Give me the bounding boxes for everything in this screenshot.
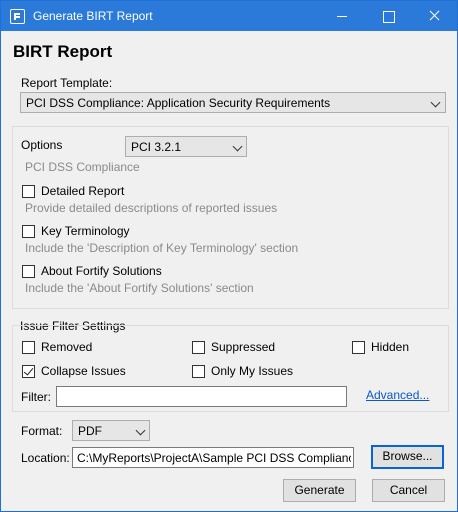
chevron-down-icon (232, 141, 243, 152)
key-terminology-label[interactable]: Key Terminology (41, 224, 130, 238)
window-title: Generate BIRT Report (33, 9, 153, 23)
about-fortify-description: Include the 'About Fortify Solutions' se… (25, 281, 254, 295)
close-button[interactable] (411, 1, 457, 31)
options-label: Options (21, 138, 63, 152)
report-template-value: PCI DSS Compliance: Application Security… (26, 96, 331, 110)
only-my-issues-label[interactable]: Only My Issues (211, 364, 293, 378)
advanced-link[interactable]: Advanced... (366, 388, 429, 402)
suppressed-checkbox[interactable] (192, 341, 205, 354)
filter-label: Filter: (21, 390, 51, 404)
location-input[interactable]: C:\MyReports\ProjectA\Sample PCI DSS Com… (72, 447, 354, 468)
browse-button[interactable]: Browse... (371, 445, 444, 469)
pci-version-value: PCI 3.2.1 (131, 140, 182, 154)
format-select[interactable]: PDF (72, 420, 150, 441)
report-template-label: Report Template: (21, 76, 113, 90)
generate-button[interactable]: Generate (283, 479, 356, 502)
app-icon (10, 9, 25, 24)
removed-label[interactable]: Removed (41, 340, 92, 354)
location-input-value: C:\MyReports\ProjectA\Sample PCI DSS Com… (77, 451, 351, 465)
hidden-checkbox[interactable] (352, 341, 365, 354)
format-label: Format: (21, 424, 63, 438)
maximize-button[interactable] (365, 1, 411, 31)
pci-version-select[interactable]: PCI 3.2.1 (125, 136, 247, 157)
about-fortify-checkbox[interactable] (22, 265, 35, 278)
page-title: BIRT Report (13, 42, 113, 61)
detailed-report-checkbox[interactable] (22, 185, 35, 198)
minimize-button[interactable] (319, 1, 365, 31)
chevron-down-icon (430, 97, 441, 108)
collapse-issues-label[interactable]: Collapse Issues (41, 364, 126, 378)
key-terminology-description: Include the 'Description of Key Terminol… (25, 241, 299, 255)
detailed-report-label[interactable]: Detailed Report (41, 184, 124, 198)
only-my-issues-checkbox[interactable] (192, 365, 205, 378)
cancel-button[interactable]: Cancel (372, 479, 445, 502)
chevron-down-icon (135, 425, 146, 436)
detailed-report-description: Provide detailed descriptions of reporte… (25, 201, 278, 215)
report-template-select[interactable]: PCI DSS Compliance: Application Security… (20, 92, 446, 113)
options-subtitle: PCI DSS Compliance (25, 160, 140, 174)
hidden-label[interactable]: Hidden (371, 340, 409, 354)
dialog-window: Generate BIRT Report BIRT Report Report … (0, 0, 458, 512)
filter-input[interactable] (56, 386, 347, 407)
suppressed-label[interactable]: Suppressed (211, 340, 275, 354)
title-bar[interactable]: Generate BIRT Report (1, 1, 457, 31)
about-fortify-label[interactable]: About Fortify Solutions (41, 264, 162, 278)
format-value: PDF (78, 424, 102, 438)
location-label: Location: (21, 451, 70, 465)
key-terminology-checkbox[interactable] (22, 225, 35, 238)
collapse-issues-checkbox[interactable] (22, 365, 35, 378)
removed-checkbox[interactable] (22, 341, 35, 354)
